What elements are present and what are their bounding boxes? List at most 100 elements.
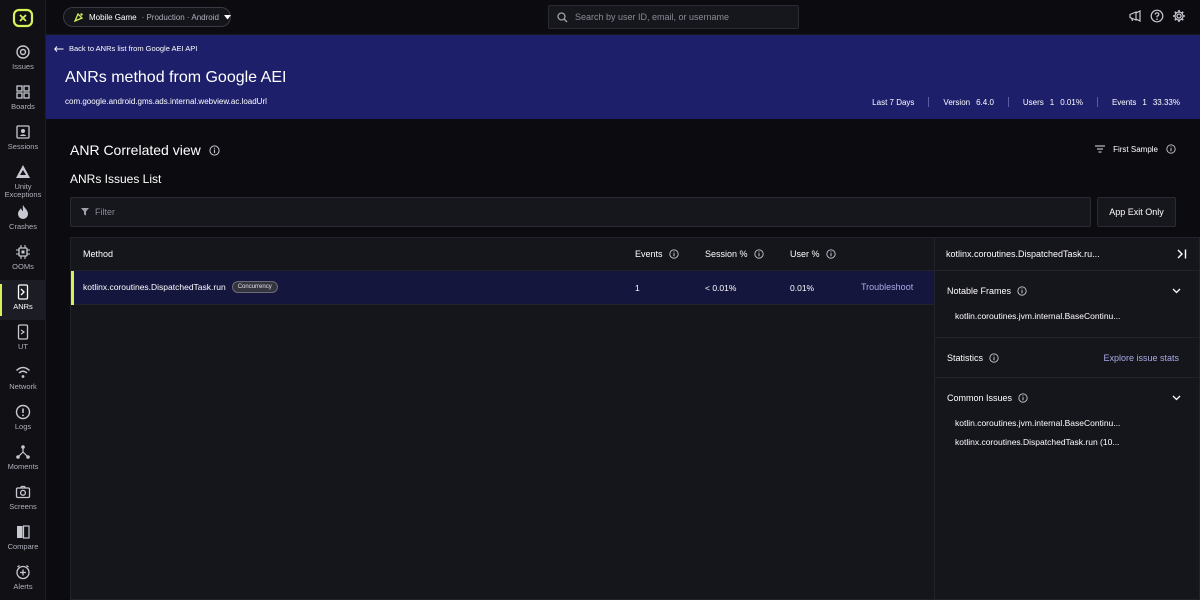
help-icon[interactable] [1150, 9, 1164, 23]
nav-label: Screens [9, 502, 37, 511]
app-icon [73, 12, 84, 23]
filter-input[interactable] [95, 207, 995, 217]
issue-detail-panel: kotlinx.coroutines.DispatchedTask.ru... … [934, 237, 1200, 600]
alert-circle-icon [15, 404, 31, 420]
search-icon [557, 11, 568, 23]
nav-item-logs[interactable]: Logs [0, 400, 46, 440]
common-issues-header[interactable]: Common Issues [935, 378, 1199, 418]
common-issue-item[interactable]: kotlin.coroutines.jvm.internal.BaseConti… [935, 418, 1199, 428]
events-percent: 33.33% [1152, 97, 1180, 107]
section-label: Statistics [947, 353, 984, 363]
filter-bar[interactable] [70, 197, 1091, 227]
notable-frames-header[interactable]: Notable Frames [935, 271, 1199, 311]
nav-label: Crashes [9, 222, 37, 231]
common-issue-item[interactable]: kotlinx.coroutines.DispatchedTask.run (1… [935, 437, 1199, 447]
left-nav-rail: Issues Boards Sessions Unity Exceptions … [0, 0, 46, 600]
nav-item-compare[interactable]: Compare [0, 520, 46, 560]
section-label: Notable Frames [947, 286, 1012, 296]
boards-icon [15, 84, 31, 100]
version-label: Version [943, 97, 971, 107]
method-name: kotlinx.coroutines.DispatchedTask.run [83, 282, 226, 292]
nav-item-crashes[interactable]: Crashes [0, 200, 46, 240]
camera-icon [15, 484, 31, 500]
nav-item-unity-exceptions[interactable]: Unity Exceptions [0, 160, 46, 202]
column-header-method[interactable]: Method [83, 249, 113, 259]
collapse-panel-icon[interactable] [1176, 249, 1187, 259]
app-selector[interactable]: Mobile Game · Production · Android [63, 7, 231, 27]
column-label: Events [635, 249, 663, 259]
section-title: ANR Correlated view [70, 142, 220, 158]
megaphone-icon[interactable] [1128, 9, 1142, 23]
first-sample-toggle[interactable]: First Sample [1095, 144, 1176, 154]
users-stat: Users 1 0.01% [1023, 98, 1083, 107]
column-header-events[interactable]: Events [635, 249, 679, 259]
panel-header: kotlinx.coroutines.DispatchedTask.ru... [935, 238, 1199, 271]
common-issues-section: Common Issues kotlin.coroutines.jvm.inte… [935, 378, 1199, 464]
first-sample-label: First Sample [1113, 144, 1158, 154]
nav-label: Moments [7, 462, 39, 471]
nav-label: Alerts [13, 582, 33, 591]
events-count: 1 [1142, 97, 1147, 107]
nav-label: Sessions [7, 142, 39, 151]
nav-item-ooms[interactable]: OOMs [0, 240, 46, 280]
gear-icon[interactable] [1172, 9, 1186, 23]
method-cell: kotlinx.coroutines.DispatchedTask.run Co… [83, 281, 278, 293]
user-cell: 0.01% [790, 283, 815, 293]
nav-label: Issues [12, 62, 34, 71]
info-icon[interactable] [1018, 393, 1028, 403]
table-row[interactable]: kotlinx.coroutines.DispatchedTask.run Co… [71, 271, 934, 305]
flame-icon [15, 204, 31, 220]
chip-icon [15, 244, 31, 260]
app-exit-only-button[interactable]: App Exit Only [1097, 197, 1176, 227]
info-icon[interactable] [209, 144, 220, 156]
version-stat: Version 6.4.0 [943, 98, 993, 107]
column-label: Session % [705, 249, 748, 259]
date-range: Last 7 Days [872, 97, 915, 107]
notable-frames-section: Notable Frames kotlin.coroutines.jvm.int… [935, 271, 1199, 338]
info-icon[interactable] [989, 353, 999, 363]
page-subtitle: com.google.android.gms.ads.internal.webv… [65, 97, 267, 106]
events-label: Events [1111, 97, 1137, 107]
nav-label: Compare [7, 542, 39, 551]
explore-issue-stats-link[interactable]: Explore issue stats [1103, 353, 1179, 363]
troubleshoot-link[interactable]: Troubleshoot [861, 282, 913, 292]
column-label: User % [790, 249, 820, 259]
column-header-session[interactable]: Session % [705, 249, 764, 259]
users-label: Users [1022, 97, 1044, 107]
nav-item-sessions[interactable]: Sessions [0, 120, 46, 160]
nav-item-ut[interactable]: UT [0, 320, 46, 360]
nav-label: Network [9, 382, 37, 391]
divider [928, 97, 930, 107]
search-input[interactable] [575, 12, 785, 22]
wifi-icon [15, 364, 31, 380]
global-search[interactable] [548, 5, 799, 29]
chevron-down-icon[interactable] [1172, 288, 1181, 294]
nav-item-issues[interactable]: Issues [0, 40, 46, 80]
page-header: Back to ANRs list from Google AEI API AN… [46, 35, 1200, 119]
column-header-user[interactable]: User % [790, 249, 836, 259]
info-icon[interactable] [825, 249, 836, 259]
nav-item-anrs[interactable]: ANRs [0, 280, 46, 320]
info-icon[interactable] [1017, 286, 1027, 296]
top-actions [1128, 9, 1186, 23]
info-icon[interactable] [668, 249, 679, 259]
ut-icon [15, 324, 31, 340]
back-link[interactable]: Back to ANRs list from Google AEI API [54, 44, 197, 53]
back-link-label: Back to ANRs list from Google AEI API [69, 44, 198, 53]
nav-item-network[interactable]: Network [0, 360, 46, 400]
statistics-header: Statistics Explore issue stats [935, 338, 1199, 378]
nav-item-boards[interactable]: Boards [0, 80, 46, 120]
info-icon[interactable] [753, 249, 764, 259]
chevron-down-icon[interactable] [1172, 395, 1181, 401]
nav-item-screens[interactable]: Screens [0, 480, 46, 520]
column-label: Method [83, 249, 114, 259]
unity-icon [15, 164, 31, 180]
nav-item-moments[interactable]: Moments [0, 440, 46, 480]
nav-item-alerts[interactable]: Alerts [0, 560, 46, 600]
info-icon[interactable] [1166, 144, 1176, 154]
nav-label: UT [18, 342, 28, 351]
app-logo-icon[interactable] [12, 7, 34, 29]
notable-frame-item[interactable]: kotlin.coroutines.jvm.internal.BaseConti… [935, 311, 1199, 321]
list-title: ANRs Issues List [70, 172, 162, 186]
nav-label: Unity Exceptions [4, 182, 42, 199]
